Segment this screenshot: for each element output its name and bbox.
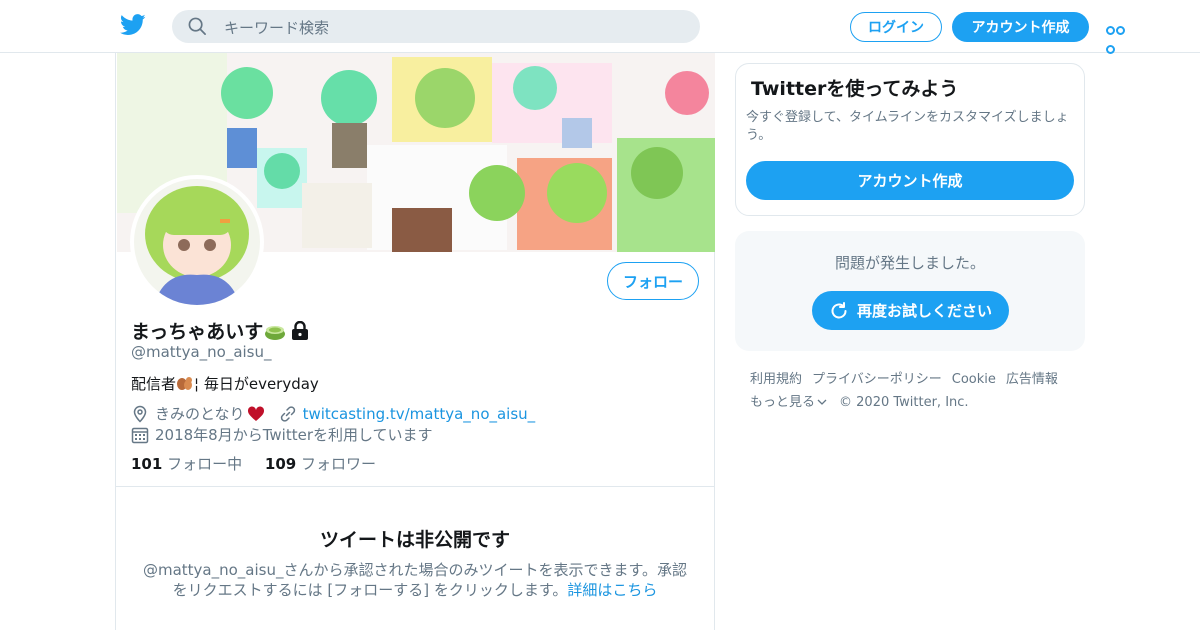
followers-stat[interactable]: 109 フォロワー (265, 455, 376, 473)
search-box[interactable] (172, 10, 700, 45)
follow-button[interactable]: フォロー (607, 262, 699, 300)
profile-joined-row: 2018年8月からTwitterを利用しています (131, 424, 433, 445)
profile-url-link[interactable]: twitcasting.tv/mattya_no_aisu_ (303, 405, 536, 423)
more-dots-icon[interactable] (1106, 20, 1132, 54)
protected-tweets-title: ツイートは非公開です (319, 529, 510, 551)
calendar-icon (131, 427, 149, 443)
profile-name-row: まっちゃあいす (131, 317, 310, 344)
twitter-bird-icon[interactable] (120, 14, 146, 36)
signup-card-text: 今すぐ登録して、タイムラインをカスタマイズしましょう。 (746, 110, 1069, 143)
signup-button[interactable]: アカウント作成 (952, 12, 1089, 42)
squirrel-emoji (176, 375, 194, 391)
protected-tweets-text: @mattya_no_aisu_さんから承認された場合のみツイートを表示できます… (136, 560, 694, 600)
following-count: 101 (131, 455, 163, 473)
chevron-down-icon (817, 399, 827, 405)
retry-button-label: 再度お試しください (856, 302, 992, 320)
footer-link-privacy[interactable]: プライバシーポリシー (812, 372, 942, 387)
footer-link-cookie[interactable]: Cookie (952, 372, 996, 387)
following-label: フォロー中 (167, 455, 243, 473)
bio-suffix: ¦ 毎日がeveryday (194, 375, 319, 393)
following-stat[interactable]: 101 フォロー中 (131, 455, 242, 473)
error-message: 問題が発生しました。 (834, 254, 985, 272)
search-input[interactable] (222, 10, 686, 45)
refresh-icon (831, 301, 847, 318)
profile-meta-row: きみのとなり twitcasting.tv/mattya_no_aisu_ (131, 403, 535, 424)
signup-card-title: Twitterを使ってみよう (751, 78, 959, 100)
avatar-illustration (134, 179, 260, 305)
profile-joined-date: 2018年8月からTwitterを利用しています (155, 426, 433, 444)
profile-bio: 配信者 ¦ 毎日がeveryday (131, 373, 319, 394)
location-icon (133, 405, 147, 423)
matcha-emoji (264, 321, 286, 341)
followers-label: フォロワー (300, 455, 376, 473)
followers-count: 109 (264, 455, 297, 473)
footer-more-label: もっと見る (750, 395, 816, 410)
login-button[interactable]: ログイン (850, 12, 942, 42)
footer-link-ads[interactable]: 広告情報 (1006, 372, 1058, 387)
profile-name: まっちゃあいす (131, 321, 264, 343)
retry-button[interactable]: 再度お試しください (812, 291, 1009, 330)
footer-links: 利用規約 プライバシーポリシー Cookie 広告情報 もっと見る © 2020 Twi… (750, 368, 1085, 414)
profile-location: きみのとなり (155, 405, 245, 423)
section-divider (116, 486, 714, 487)
profile-column: フォロー まっちゃあいす @mattya_no_aisu_ 配信者 ¦ 毎日がe… (115, 53, 715, 630)
link-icon (280, 405, 295, 422)
footer-link-terms[interactable]: 利用規約 (750, 372, 802, 387)
signup-card: Twitterを使ってみよう 今すぐ登録して、タイムラインをカスタマイズしましょ… (735, 63, 1085, 216)
learn-more-link[interactable]: 詳細はこちら (567, 581, 657, 599)
lock-icon (290, 320, 310, 341)
profile-handle: @mattya_no_aisu_ (131, 343, 272, 361)
signup-card-button[interactable]: アカウント作成 (746, 161, 1074, 200)
bio-prefix: 配信者 (131, 375, 177, 393)
footer-copyright: © 2020 Twitter, Inc. (839, 395, 969, 410)
profile-avatar[interactable] (130, 175, 264, 309)
top-navigation-bar: ログイン アカウント作成 (0, 0, 1200, 54)
heart-icon (247, 405, 265, 422)
profile-counts: 101 フォロー中 109 フォロワー (131, 453, 376, 474)
error-card: 問題が発生しました。 再度お試しください (735, 231, 1085, 351)
footer-more-button[interactable]: もっと見る (750, 395, 827, 410)
search-icon (188, 17, 206, 35)
